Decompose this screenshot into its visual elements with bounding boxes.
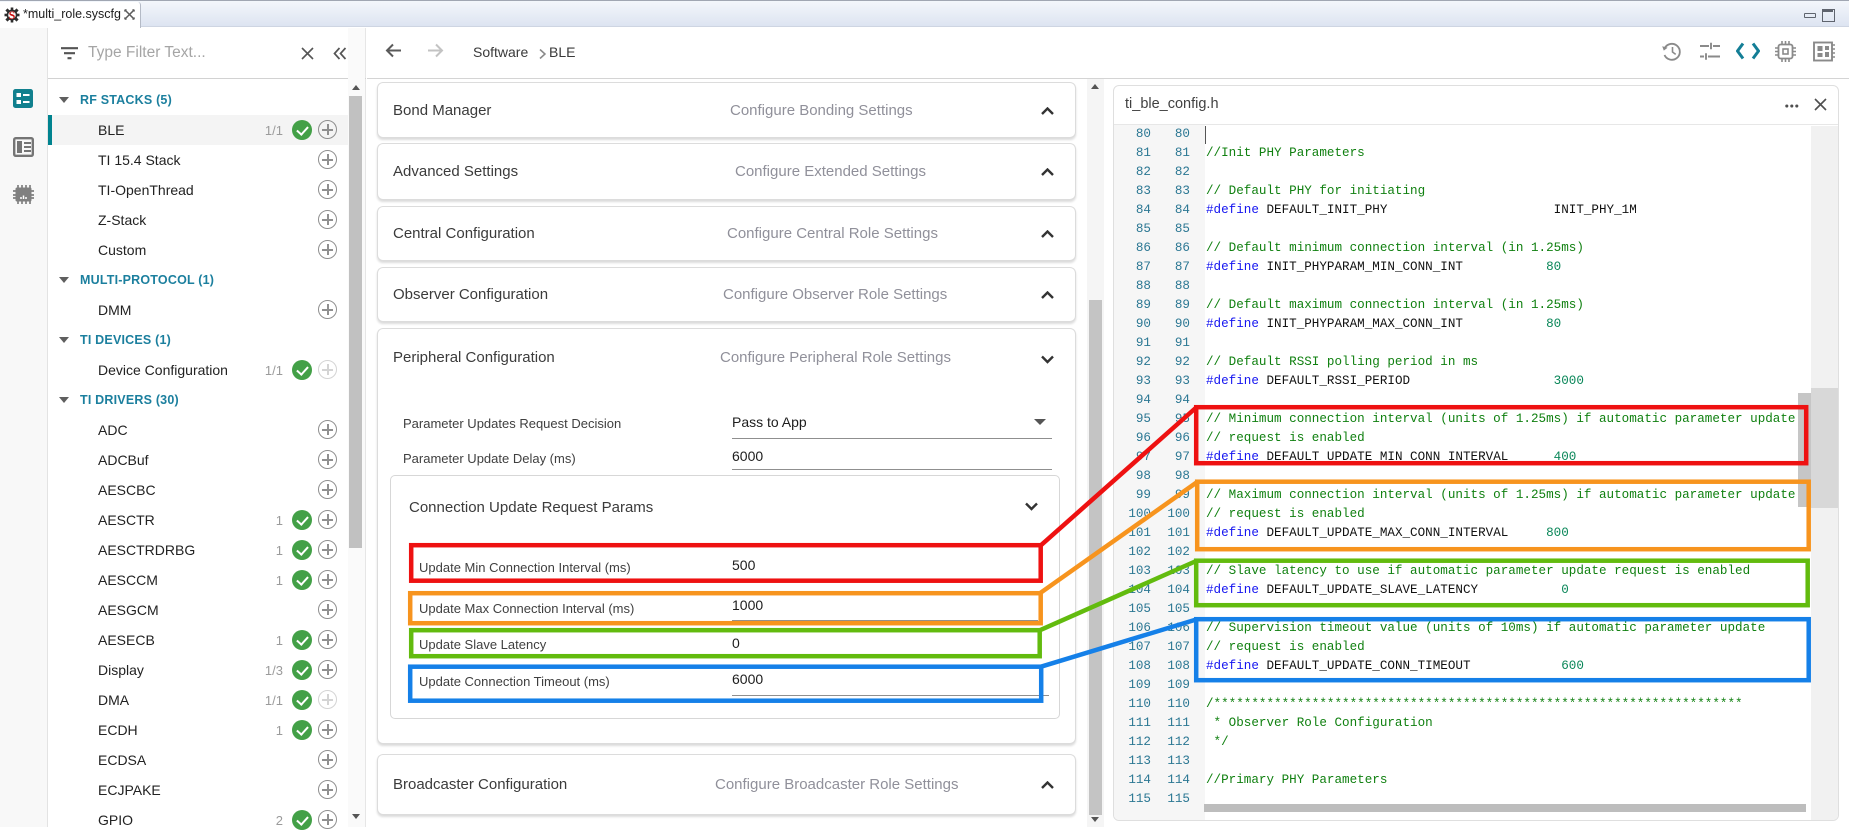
svg-text:S: S (9, 8, 16, 22)
